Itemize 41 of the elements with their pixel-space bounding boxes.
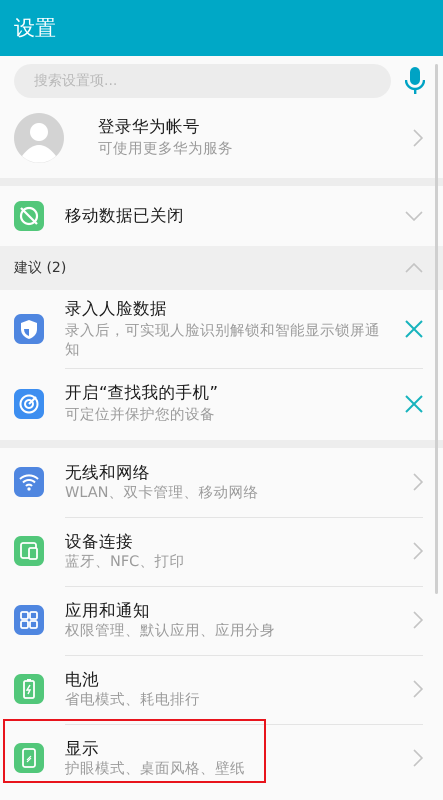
setting-subtitle: 护眼模式、桌面风格、壁纸: [65, 760, 246, 778]
suggestion-row[interactable]: 开启“查找我的手机” 可定位并保护您的设备: [0, 368, 443, 440]
suggestion-row[interactable]: 录入人脸数据 录入后，可实现人脸识别解锁和智能显示锁屏通知: [0, 290, 443, 368]
chevron-right-icon: [413, 680, 423, 698]
settings-row[interactable]: 显示 护眼模式、桌面风格、壁纸: [0, 724, 443, 793]
avatar-icon: [14, 113, 64, 163]
chevron-right-icon: [413, 749, 423, 768]
setting-title: 设备连接: [65, 531, 134, 554]
suggestion-title: 开启“查找我的手机”: [65, 382, 220, 404]
account-subtitle: 可使用更多华为服务: [98, 140, 234, 160]
chevron-right-icon: [413, 611, 423, 630]
close-icon[interactable]: [405, 394, 423, 413]
setting-subtitle: WLAN、双卡管理、移动网络: [65, 484, 260, 502]
microphone-icon[interactable]: [405, 67, 425, 95]
mobile-data-label: 移动数据已关闭: [65, 205, 185, 227]
settings-row[interactable]: 应用和通知 权限管理、默认应用、应用分身: [0, 586, 443, 655]
page-title: 设置: [14, 15, 56, 42]
setting-title: 显示: [65, 738, 100, 760]
chevron-icon[interactable]: [405, 263, 423, 273]
suggestion-description: 可定位并保护您的设备: [65, 406, 216, 426]
setting-subtitle: 权限管理、默认应用、应用分身: [65, 622, 276, 640]
chevron-icon[interactable]: [405, 211, 423, 221]
chevron-right-icon: [413, 473, 423, 492]
setting-subtitle: 省电模式、耗电排行: [65, 691, 201, 710]
chevron-right-icon: [413, 129, 423, 147]
setting-subtitle: 蓝牙、NFC、打印: [65, 553, 186, 572]
suggestion-description: 录入后，可实现人脸识别解锁和智能显示锁屏通知: [65, 322, 381, 360]
section-title: 建议 (2): [14, 259, 66, 277]
mobile-data-row[interactable]: 移动数据已关闭: [0, 186, 443, 246]
chevron-right-icon: [413, 542, 423, 560]
setting-title: 电池: [65, 669, 100, 692]
section-header[interactable]: 建议 (2): [0, 246, 443, 290]
suggestion-title: 录入人脸数据: [65, 298, 168, 320]
setting-title: 无线和网络: [65, 462, 151, 484]
close-icon[interactable]: [405, 320, 423, 338]
account-row[interactable]: 登录华为帐号 可使用更多华为服务: [0, 98, 443, 178]
settings-row[interactable]: 无线和网络 WLAN、双卡管理、移动网络: [0, 448, 443, 517]
settings-row[interactable]: 设备连接 蓝牙、NFC、打印: [0, 516, 443, 586]
account-title: 登录华为帐号: [98, 116, 201, 138]
setting-title: 应用和通知: [65, 600, 151, 622]
settings-row[interactable]: 电池 省电模式、耗电排行: [0, 654, 443, 724]
